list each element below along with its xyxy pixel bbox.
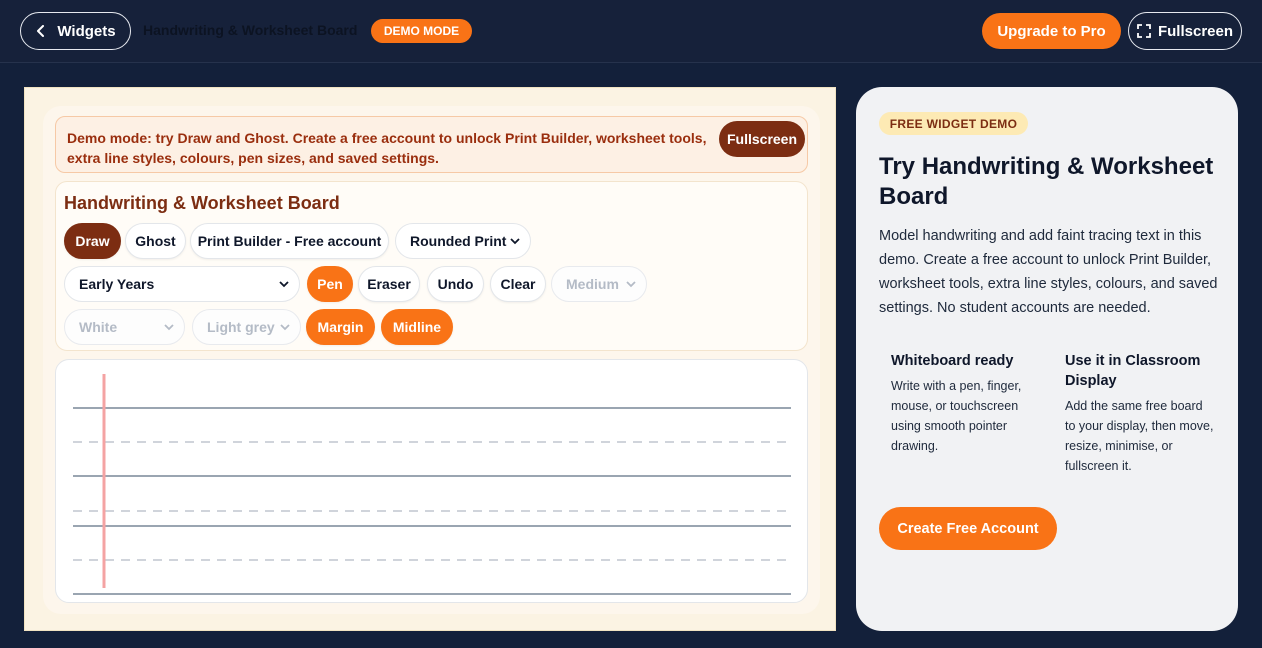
level-select-value: Early Years <box>79 276 155 292</box>
chevron-down-icon <box>164 324 174 331</box>
margin-toggle-button[interactable]: Margin <box>306 309 375 345</box>
chevron-down-icon <box>510 238 520 245</box>
fullscreen-button-label: Fullscreen <box>1157 22 1234 40</box>
back-button-label: Widgets <box>57 22 116 40</box>
drawing-canvas[interactable] <box>55 359 808 603</box>
clear-button[interactable]: Clear <box>490 266 546 302</box>
demo-notice-text: Demo mode: try Draw and Ghost. Create a … <box>67 130 707 166</box>
info-card-title: Try Handwriting & Worksheet Board <box>879 153 1214 210</box>
undo-button[interactable]: Undo <box>427 266 484 302</box>
background-select-value: White <box>79 319 118 335</box>
upgrade-button[interactable]: Upgrade to Pro <box>982 13 1121 49</box>
line-colour-select-value: Light grey <box>207 319 275 335</box>
board-controls: Handwriting & Worksheet Board Draw Ghost… <box>55 181 808 351</box>
info-card: FREE WIDGET DEMO Try Handwriting & Works… <box>856 87 1238 631</box>
back-to-widgets-button[interactable]: Widgets <box>20 12 131 50</box>
feature-title: Whiteboard ready <box>891 353 1014 369</box>
feature-title: Use it in Classroom Display <box>1065 353 1201 389</box>
free-widget-demo-badge: FREE WIDGET DEMO <box>879 112 1028 135</box>
mode-ghost-button[interactable]: Ghost <box>125 223 186 259</box>
create-free-account-button[interactable]: Create Free Account <box>879 507 1057 550</box>
widget-fullscreen-button[interactable]: Fullscreen <box>719 121 805 157</box>
pen-size-select[interactable]: Medium <box>551 266 647 302</box>
level-select[interactable]: Early Years <box>64 266 300 302</box>
tool-pen-button[interactable]: Pen <box>307 266 353 302</box>
mode-draw-button[interactable]: Draw <box>64 223 121 259</box>
info-card-description: Model handwriting and add faint tracing … <box>879 228 1218 316</box>
handwriting-lines <box>73 374 791 595</box>
mode-print-builder-button[interactable]: Print Builder - Free account <box>190 223 389 259</box>
tool-eraser-button[interactable]: Eraser <box>358 266 420 302</box>
chevron-down-icon <box>279 281 289 288</box>
chevron-down-icon <box>626 281 636 288</box>
page-title: Handwriting & Worksheet Board <box>143 22 358 38</box>
top-bar: Widgets Handwriting & Worksheet Board DE… <box>0 0 1262 63</box>
widget-panel: Demo mode: try Draw and Ghost. Create a … <box>24 87 836 631</box>
background-select[interactable]: White <box>64 309 185 345</box>
fullscreen-icon <box>1137 24 1151 38</box>
font-select-value: Rounded Print <box>410 233 507 249</box>
chevron-left-icon <box>37 25 45 37</box>
feature-text: Add the same free board to your display,… <box>1065 399 1214 473</box>
chevron-down-icon <box>280 324 290 331</box>
fullscreen-button[interactable]: Fullscreen <box>1128 12 1242 50</box>
font-select[interactable]: Rounded Print <box>395 223 531 259</box>
midline-toggle-button[interactable]: Midline <box>381 309 453 345</box>
demo-notice: Demo mode: try Draw and Ghost. Create a … <box>55 116 808 173</box>
line-colour-select[interactable]: Light grey <box>192 309 301 345</box>
demo-mode-badge: DEMO MODE <box>371 19 472 43</box>
widget-container: Demo mode: try Draw and Ghost. Create a … <box>43 106 820 614</box>
feature-text: Write with a pen, finger, mouse, or touc… <box>891 379 1022 453</box>
board-title: Handwriting & Worksheet Board <box>64 193 340 213</box>
pen-size-value: Medium <box>566 276 619 292</box>
